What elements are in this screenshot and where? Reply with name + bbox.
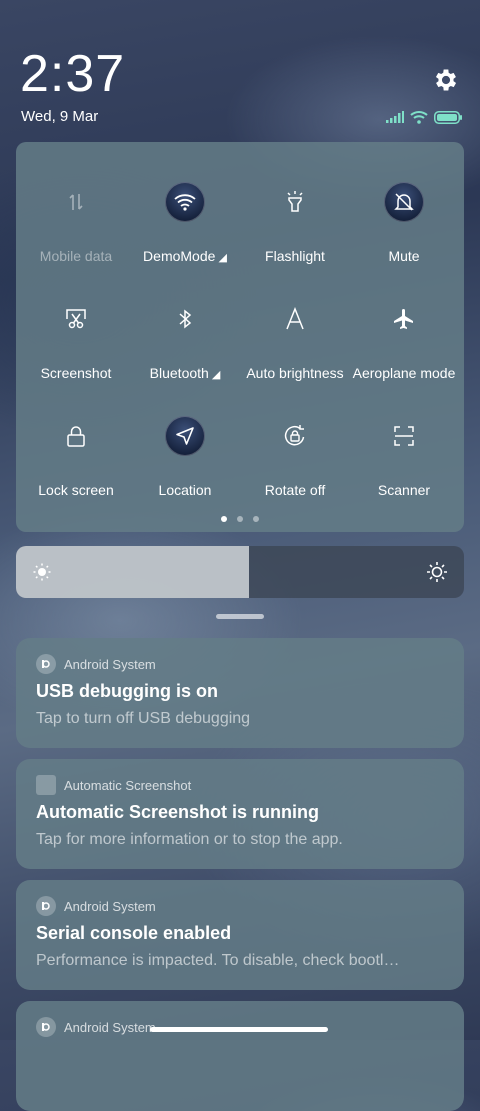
android-system-icon <box>36 896 56 916</box>
wifi-icon <box>165 182 205 222</box>
android-system-icon <box>36 1017 56 1037</box>
tile-aeroplane-mode[interactable]: Aeroplane mode <box>349 299 459 399</box>
mute-bell-icon <box>384 182 424 222</box>
rotate-icon <box>275 416 315 456</box>
tile-label: Lock screen <box>38 482 114 498</box>
notification-header: Automatic Screenshot <box>36 775 191 795</box>
mobile-data-icon <box>56 182 96 222</box>
settings-button[interactable] <box>432 66 460 94</box>
wifi-status-icon <box>410 111 428 124</box>
brightness-low-icon <box>33 563 51 581</box>
tile-flashlight[interactable]: Flashlight <box>240 182 350 282</box>
tile-mute[interactable]: Mute <box>349 182 459 282</box>
bluetooth-icon <box>165 299 205 339</box>
clock: 2:37 <box>20 45 126 103</box>
tile-location[interactable]: Location <box>130 416 240 516</box>
brightness-slider[interactable] <box>16 546 464 598</box>
notification-header: Android System <box>36 654 156 674</box>
tile-label: Scanner <box>377 482 431 498</box>
tile-label: Location <box>158 482 212 498</box>
notification-app-name: Automatic Screenshot <box>64 777 192 793</box>
notification-header: Android System <box>36 896 156 916</box>
expand-triangle-icon: ◢ <box>215 252 227 264</box>
notification-card[interactable]: Android System USB debugging is on Tap t… <box>16 638 464 748</box>
aeroplane-icon <box>384 299 424 339</box>
notification-title: USB debugging is on <box>36 681 218 701</box>
page-dot-1[interactable] <box>221 516 227 522</box>
notification-app-name: Android System <box>64 1019 156 1035</box>
notification-title: Serial console enabled <box>36 923 232 943</box>
notification-app-name: Android System <box>64 898 156 914</box>
notification-title: Automatic Screenshot is running <box>36 802 320 822</box>
tile-label: Auto brightness <box>246 365 344 381</box>
page-dot-3[interactable] <box>253 516 259 522</box>
tile-mobile-data[interactable]: Mobile data <box>21 182 131 282</box>
date: Wed, 9 Mar <box>21 108 99 125</box>
lock-icon <box>56 416 96 456</box>
notification-body: Tap for more information or to stop the … <box>36 831 343 848</box>
notification-body: Performance is impacted. To disable, che… <box>36 952 400 969</box>
gesture-nav-bar[interactable] <box>150 1027 328 1032</box>
automatic-screenshot-app-icon <box>36 775 56 795</box>
tile-label: Bluetooth ◢ <box>149 365 221 381</box>
scanner-icon <box>384 416 424 456</box>
flashlight-icon <box>275 182 315 222</box>
tile-label: Rotate off <box>264 482 326 498</box>
tile-label: Aeroplane mode <box>352 365 456 381</box>
signal-icon <box>386 111 404 123</box>
tile-auto-brightness[interactable]: Auto brightness <box>240 299 350 399</box>
quick-settings-panel: Mobile data DemoMode ◢ Flashlight Mute S… <box>16 142 464 532</box>
auto-brightness-icon <box>275 299 315 339</box>
notification-card[interactable]: Automatic Screenshot Automatic Screensho… <box>16 759 464 869</box>
location-icon <box>165 416 205 456</box>
notification-body: Tap to turn off USB debugging <box>36 710 251 727</box>
status-icons <box>386 110 462 124</box>
drag-handle[interactable] <box>216 614 264 619</box>
notification-card[interactable]: Android System Serial console enabled Pe… <box>16 880 464 990</box>
expand-triangle-icon: ◢ <box>208 369 221 381</box>
battery-icon <box>434 110 462 124</box>
tile-label: Screenshot <box>40 365 112 381</box>
brightness-high-icon <box>427 562 447 582</box>
notification-app-name: Android System <box>64 656 156 672</box>
notification-card[interactable]: Android System <box>16 1001 464 1111</box>
tile-screenshot[interactable]: Screenshot <box>21 299 131 399</box>
tile-demomode[interactable]: DemoMode ◢ <box>130 182 240 282</box>
tile-label: DemoMode ◢ <box>143 248 227 264</box>
gear-icon <box>435 69 457 91</box>
screenshot-icon <box>56 299 96 339</box>
tile-label: Mobile data <box>39 248 113 264</box>
tile-bluetooth[interactable]: Bluetooth ◢ <box>130 299 240 399</box>
tile-label: Mute <box>388 248 420 264</box>
page-indicator <box>16 516 464 522</box>
tile-scanner[interactable]: Scanner <box>349 416 459 516</box>
tile-rotate-off[interactable]: Rotate off <box>240 416 350 516</box>
page-dot-2[interactable] <box>237 516 243 522</box>
android-system-icon <box>36 654 56 674</box>
notification-header: Android System <box>36 1017 156 1037</box>
tile-label: Flashlight <box>265 248 325 264</box>
tile-lock-screen[interactable]: Lock screen <box>21 416 131 516</box>
